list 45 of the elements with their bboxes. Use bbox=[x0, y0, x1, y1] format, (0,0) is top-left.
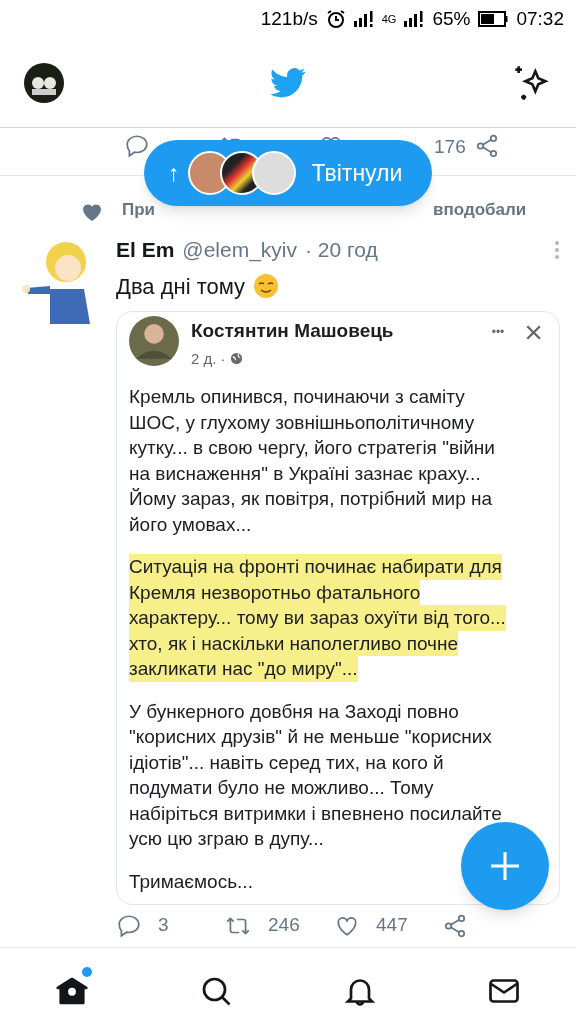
post-text-line: ідіотів"... навіть серед тих, на кого й bbox=[129, 750, 444, 775]
more-options-text: ••• bbox=[491, 323, 505, 341]
post-text-line: подумати було не можливо... Тому bbox=[129, 776, 434, 800]
liked-by-text: вподобали bbox=[433, 198, 527, 221]
network-speed: 121b/s bbox=[260, 6, 318, 31]
battery-icon bbox=[478, 11, 509, 27]
bird-logo bbox=[270, 67, 306, 98]
tweet-time: · 20 год bbox=[305, 237, 378, 263]
close-text: × bbox=[524, 315, 543, 348]
post-text-line: "корисних друзів" й не меньше "корисних bbox=[129, 725, 492, 749]
post-author-name: Костянтин Машовець bbox=[191, 319, 394, 344]
reply-count: 3 bbox=[158, 913, 170, 938]
author-name[interactable]: El Em bbox=[116, 234, 175, 266]
post-text-line: кутку... в свою чергу, його стратегія "війни bbox=[129, 436, 495, 460]
reply-icon[interactable] bbox=[116, 912, 142, 939]
reply-icon[interactable] bbox=[124, 133, 150, 159]
alarm-icon bbox=[325, 9, 346, 29]
post-text-line: У бункерного довбня на Заході повно bbox=[129, 699, 459, 724]
plus-icon bbox=[489, 850, 521, 882]
share-icon[interactable] bbox=[442, 912, 468, 939]
smiling-emoji-icon bbox=[253, 273, 280, 299]
tweet-text: Два дні тому bbox=[116, 272, 246, 301]
post-text-line: його умовах... bbox=[129, 512, 252, 537]
author-handle: @elem_kyiv bbox=[182, 237, 298, 264]
post-author-avatar bbox=[129, 315, 179, 366]
post-text-line: усю цю зграю в дупу... bbox=[129, 827, 324, 851]
network-type: 4G bbox=[381, 11, 397, 27]
post-text-line: Йому зараз, як повітря, потрібний мир на bbox=[129, 487, 493, 511]
post-text-line: на виснаження" в Україні зазнає краху... bbox=[129, 461, 481, 486]
post-date: 2 д. · bbox=[191, 348, 226, 369]
profile-avatar[interactable] bbox=[24, 62, 64, 103]
post-text-line: набіріться витримки і впевнено посилайте bbox=[129, 801, 502, 826]
signal-icon bbox=[353, 11, 374, 27]
embedded-image[interactable] bbox=[116, 310, 560, 905]
post-text-line: ШОС, у глухому зовнішньополітичному bbox=[129, 410, 475, 435]
like-count: 176 bbox=[434, 135, 466, 159]
battery-percent: 65% bbox=[432, 6, 471, 31]
post-text-line: Тримаємось... bbox=[129, 869, 253, 894]
signal-icon bbox=[404, 11, 425, 27]
avatar bbox=[251, 151, 296, 195]
clock: 07:32 bbox=[516, 6, 564, 31]
like-count: 447 bbox=[376, 913, 409, 938]
post-text-line: Кремль опинився, починаючи з саміту bbox=[129, 385, 465, 409]
globe-icon bbox=[229, 352, 243, 366]
retweet-count: 246 bbox=[268, 913, 301, 938]
